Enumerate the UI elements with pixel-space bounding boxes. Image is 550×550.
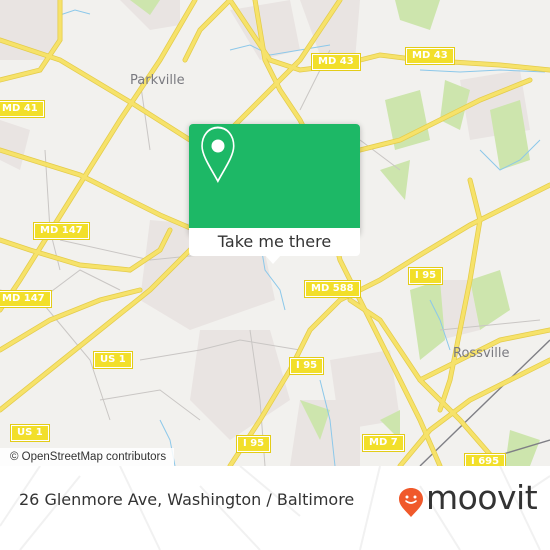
- road-shield: US 1: [93, 351, 133, 369]
- road-shield: I 95: [407, 267, 444, 285]
- map-view[interactable]: Parkville Rossville MD 41 MD 43 MD 43 MD…: [0, 0, 550, 466]
- popup-pointer: [264, 254, 282, 264]
- road-shield: I 95: [288, 357, 325, 375]
- road-shield: MD 43: [311, 53, 361, 71]
- map-pin-icon: [201, 126, 235, 183]
- moovit-pin-icon: [399, 488, 423, 517]
- place-label-parkville: Parkville: [130, 73, 185, 88]
- road-shield: US 1: [10, 424, 50, 442]
- map-attribution[interactable]: © OpenStreetMap contributors: [0, 448, 175, 466]
- place-label-rossville: Rossville: [453, 346, 510, 361]
- road-shield: MD 147: [33, 222, 90, 240]
- road-shield: MD 7: [362, 434, 405, 452]
- road-shield: MD 41: [0, 100, 45, 118]
- road-shield: MD 43: [405, 47, 455, 65]
- road-shield: I 695: [463, 453, 507, 466]
- location-popup: Take me there: [189, 124, 360, 264]
- road-shield: I 95: [235, 435, 272, 453]
- moovit-wordmark: moovit: [426, 478, 538, 517]
- road-shield: MD 588: [304, 280, 361, 298]
- take-me-there-button[interactable]: Take me there: [189, 228, 360, 256]
- road-shield: MD 147: [0, 290, 52, 308]
- popup-header: [189, 124, 360, 230]
- address-text: 26 Glenmore Ave, Washington / Baltimore: [19, 490, 355, 509]
- footer-bar: 26 Glenmore Ave, Washington / Baltimore …: [0, 466, 550, 550]
